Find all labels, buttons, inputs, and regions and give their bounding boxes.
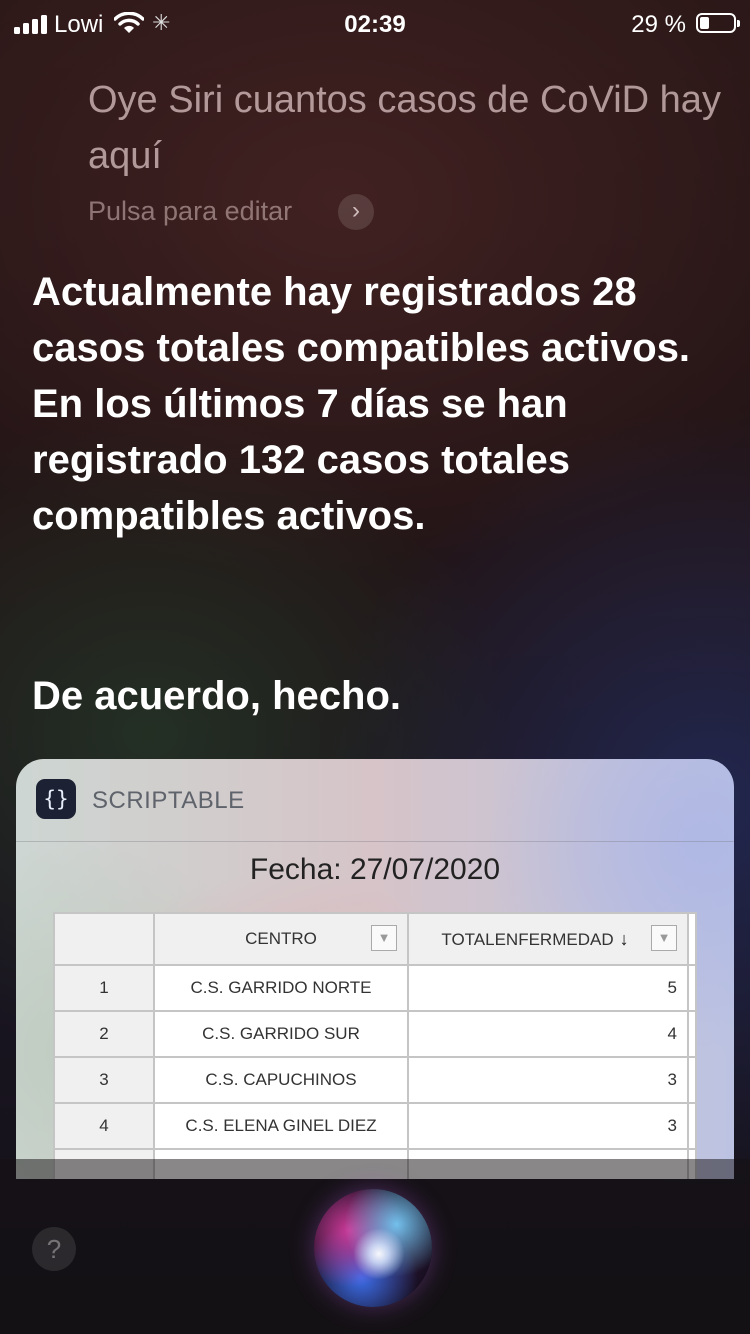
table-row: 3 C.S. CAPUCHINOS 3: [53, 1056, 697, 1104]
row-centro: C.S. ELENA GINEL DIEZ: [153, 1102, 409, 1150]
sort-descending-icon: ↓: [619, 928, 629, 949]
siri-query[interactable]: Oye Siri cuantos casos de CoViD hay aquí: [88, 72, 728, 184]
table-row: 2 C.S. GARRIDO SUR 4: [53, 1010, 697, 1058]
table-header-centro[interactable]: CENTRO ▼: [153, 912, 409, 966]
filter-dropdown-icon[interactable]: ▼: [651, 925, 677, 951]
edit-hint[interactable]: Pulsa para editar: [88, 196, 292, 227]
siri-response: Actualmente hay registrados 28 casos tot…: [32, 270, 691, 538]
table-header-centro-label: CENTRO: [245, 929, 317, 948]
table-header-total[interactable]: TOTALENFERMEDAD ↓ ▼: [407, 912, 689, 966]
chevron-right-icon[interactable]: ›: [338, 194, 374, 230]
row-total: 4: [407, 1010, 689, 1058]
row-index: 1: [53, 964, 155, 1012]
siri-done-message: De acuerdo, hecho.: [32, 674, 401, 718]
app-name: SCRIPTABLE: [92, 787, 245, 814]
battery-icon: [696, 13, 740, 33]
table-header-index: [53, 912, 155, 966]
siri-orb-icon[interactable]: [314, 1189, 432, 1307]
table-row: 4 C.S. ELENA GINEL DIEZ 3: [53, 1102, 697, 1150]
row-index: 4: [53, 1102, 155, 1150]
row-total: 3: [407, 1056, 689, 1104]
scriptable-app-icon: {}: [36, 779, 76, 819]
row-index: 2: [53, 1010, 155, 1058]
table-header-total-label: TOTALENFERMEDAD ↓: [441, 928, 629, 949]
filter-dropdown-icon[interactable]: ▼: [371, 925, 397, 951]
cases-table: CENTRO ▼ TOTALENFERMEDAD ↓ ▼ 1 C.S. GARRI…: [53, 912, 697, 1179]
battery-percent: 29 %: [631, 11, 686, 38]
card-header: {} SCRIPTABLE: [16, 759, 734, 842]
row-centro: C.S. GARRIDO NORTE: [153, 964, 409, 1012]
table-header-overflow: [687, 912, 697, 966]
help-icon[interactable]: ?: [32, 1227, 76, 1271]
row-centro: C.S. CAPUCHINOS: [153, 1056, 409, 1104]
table-row: 1 C.S. GARRIDO NORTE 5: [53, 964, 697, 1012]
row-centro: C.S. GARRIDO SUR: [153, 1010, 409, 1058]
report-date: Fecha: 27/07/2020: [249, 853, 501, 886]
scriptable-card[interactable]: {} SCRIPTABLE Fecha: 27/07/2020 CENTRO ▼…: [16, 759, 734, 1179]
siri-bottom-bar: ?: [0, 1159, 750, 1334]
row-index: 3: [53, 1056, 155, 1104]
status-bar: Lowi ✳ 02:39 29 %: [0, 0, 750, 50]
row-total: 5: [407, 964, 689, 1012]
row-total: 3: [407, 1102, 689, 1150]
